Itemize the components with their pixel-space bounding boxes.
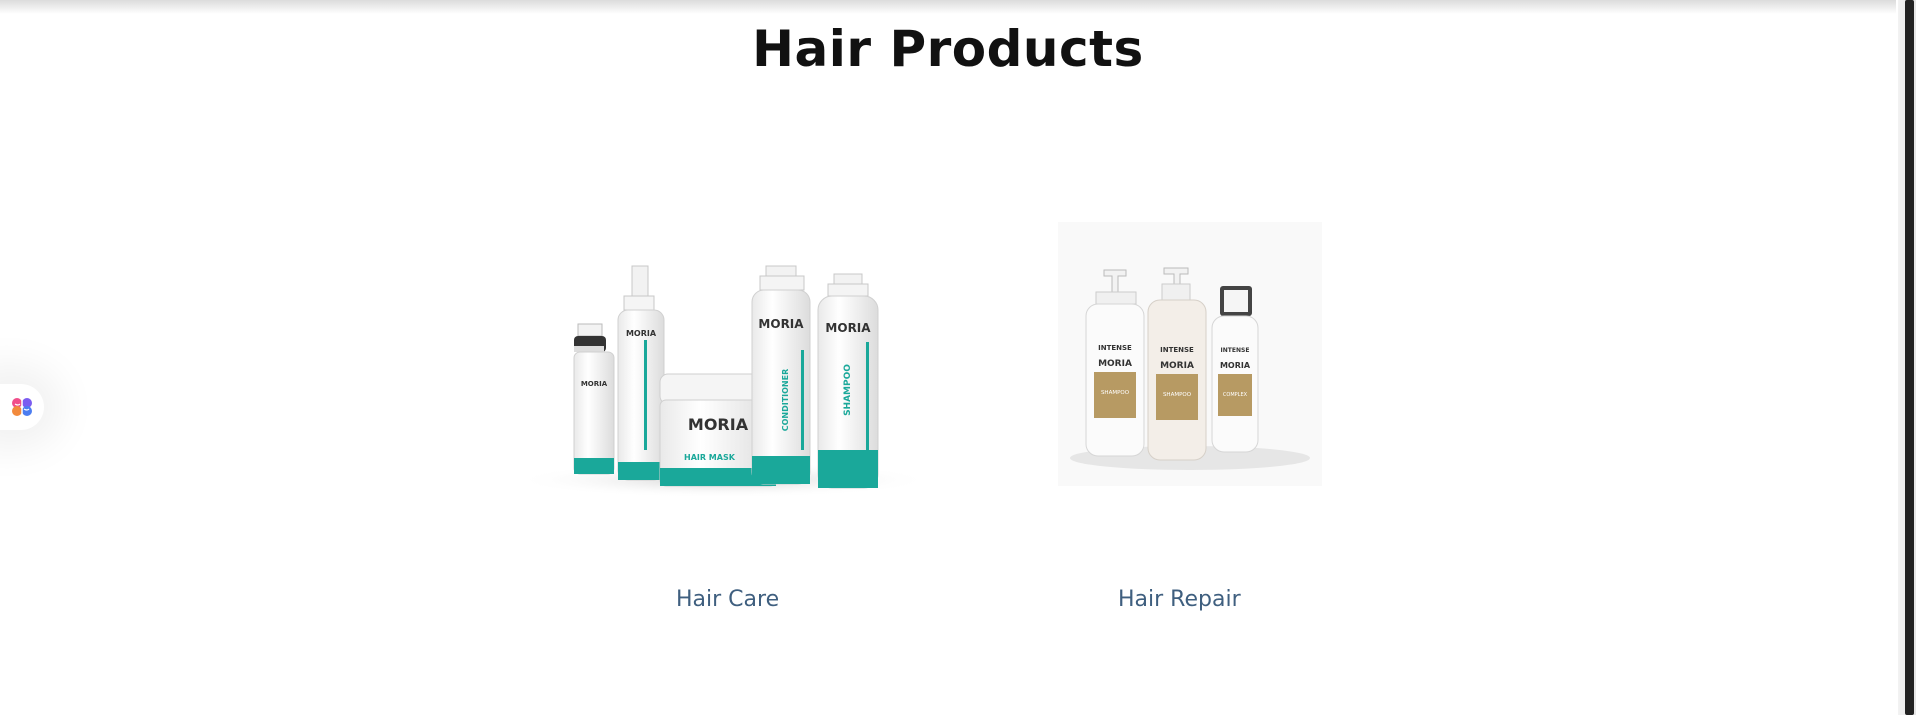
assistant-widget[interactable] xyxy=(0,384,44,430)
svg-text:MORIA: MORIA xyxy=(1098,359,1132,369)
svg-text:INTENSE: INTENSE xyxy=(1098,344,1132,352)
category-link-hair-care[interactable]: Hair Care xyxy=(676,587,779,612)
svg-text:MORIA: MORIA xyxy=(1160,361,1194,371)
svg-text:COMPLEX: COMPLEX xyxy=(1223,392,1248,398)
svg-text:MORIA: MORIA xyxy=(688,415,749,434)
svg-text:MORIA: MORIA xyxy=(626,329,657,338)
svg-text:SHAMPOO: SHAMPOO xyxy=(1101,390,1130,396)
svg-text:HAIR MASK: HAIR MASK xyxy=(684,453,736,462)
category-card-hair-care[interactable]: MORIA MORIA MORIA HAIR MASK MORIA CONDIT… xyxy=(516,250,930,620)
hair-repair-product-image[interactable]: INTENSE MORIA SHAMPOO INTENSE MORIA SHAM… xyxy=(1058,222,1322,486)
brain-icon xyxy=(12,398,32,416)
svg-text:MORIA: MORIA xyxy=(825,321,871,335)
page-title: Hair Products xyxy=(752,20,1144,78)
svg-text:MORIA: MORIA xyxy=(758,317,804,331)
category-link-hair-repair[interactable]: Hair Repair xyxy=(1118,587,1241,612)
category-card-hair-repair[interactable]: INTENSE MORIA SHAMPOO INTENSE MORIA SHAM… xyxy=(1058,222,1348,620)
svg-text:INTENSE: INTENSE xyxy=(1160,346,1194,354)
svg-text:MORIA: MORIA xyxy=(1220,361,1251,370)
svg-text:SHAMPOO: SHAMPOO xyxy=(843,364,853,416)
scrollbar-thumb[interactable] xyxy=(1905,0,1914,715)
header-shadow xyxy=(0,0,1896,14)
svg-text:CONDITIONER: CONDITIONER xyxy=(781,369,790,432)
svg-text:MORIA: MORIA xyxy=(581,380,608,388)
hair-care-product-image[interactable]: MORIA MORIA MORIA HAIR MASK MORIA CONDIT… xyxy=(516,250,930,510)
svg-text:INTENSE: INTENSE xyxy=(1221,347,1250,354)
svg-text:SHAMPOO: SHAMPOO xyxy=(1163,392,1192,398)
